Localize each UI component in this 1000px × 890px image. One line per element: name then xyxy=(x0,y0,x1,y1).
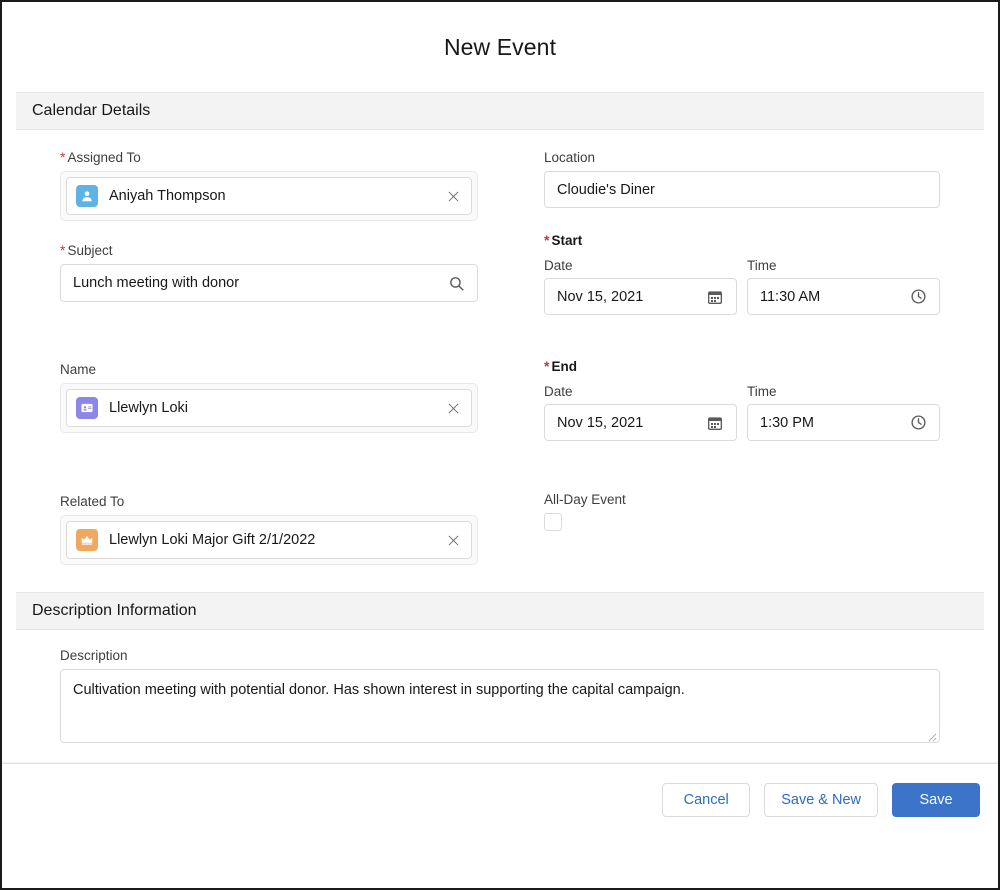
user-avatar-icon xyxy=(76,185,98,207)
left-column: * Assigned To Aniyah Thompson * Subject … xyxy=(16,130,500,565)
description-value: Cultivation meeting with potential donor… xyxy=(73,682,685,698)
end-time-label: Time xyxy=(747,384,777,399)
calendar-icon[interactable] xyxy=(706,414,724,432)
start-time-value: 11:30 AM xyxy=(760,288,821,305)
field-location: Location Cloudie's Diner xyxy=(544,150,940,208)
right-column: Location Cloudie's Diner * Start Date No… xyxy=(500,130,984,565)
start-date-label: Date xyxy=(544,258,573,273)
calendar-details-body: * Assigned To Aniyah Thompson * Subject … xyxy=(2,130,998,565)
assigned-to-value: Aniyah Thompson xyxy=(109,188,226,204)
close-icon[interactable] xyxy=(443,186,463,206)
field-related-to: Related To Llewlyn Loki Major Gift 2/1/2… xyxy=(60,494,478,565)
end-datetime-row: Date Nov 15, 2021 Time 1:30 PM xyxy=(544,384,940,441)
new-event-modal: New Event Calendar Details *Assigned To xyxy=(0,0,1000,890)
location-value: Cloudie's Diner xyxy=(557,181,655,198)
save-and-new-button[interactable]: Save & New xyxy=(764,783,878,817)
field-description: Description Cultivation meeting with pot… xyxy=(16,648,984,743)
crown-opportunity-icon xyxy=(76,529,98,551)
field-label-all-day-event: All-Day Event xyxy=(544,492,626,507)
field-label-related-to: Related To xyxy=(60,494,125,509)
description-body: Description Cultivation meeting with pot… xyxy=(2,648,998,743)
assigned-to-lookup[interactable]: Aniyah Thompson xyxy=(60,171,478,221)
calendar-icon[interactable] xyxy=(706,288,724,306)
close-icon[interactable] xyxy=(443,398,463,418)
page-title: New Event xyxy=(443,33,557,60)
section-title: Calendar Details xyxy=(32,102,151,119)
start-date-value: Nov 15, 2021 xyxy=(557,288,644,305)
section-header-calendar-details: Calendar Details xyxy=(16,92,984,130)
assigned-to-pill[interactable]: Aniyah Thompson xyxy=(66,177,472,215)
field-all-day-event: All-Day Event xyxy=(544,492,940,531)
location-input[interactable]: Cloudie's Diner xyxy=(544,171,940,208)
all-day-event-checkbox[interactable] xyxy=(544,513,562,531)
field-label-assigned-to: * Assigned To xyxy=(60,149,141,165)
clock-icon[interactable] xyxy=(909,288,927,306)
name-value: Llewlyn Loki xyxy=(109,400,188,416)
required-marker: * xyxy=(544,232,550,248)
start-time-group: Time 11:30 AM xyxy=(747,258,940,315)
end-time-group: Time 1:30 PM xyxy=(747,384,940,441)
related-to-lookup[interactable]: Llewlyn Loki Major Gift 2/1/2022 xyxy=(60,515,478,565)
clock-icon[interactable] xyxy=(909,414,927,432)
resize-handle-icon[interactable] xyxy=(925,728,937,742)
modal-header: New Event xyxy=(2,2,998,92)
field-label-end: * End xyxy=(544,358,577,374)
start-time-label: Time xyxy=(747,258,777,273)
modal-footer: Cancel Save & New Save xyxy=(2,764,998,836)
field-assigned-to: * Assigned To Aniyah Thompson xyxy=(60,150,478,221)
end-date-label: Date xyxy=(544,384,573,399)
required-marker: * xyxy=(60,149,66,165)
cancel-button[interactable]: Cancel xyxy=(662,783,751,817)
section-title: Description Information xyxy=(32,602,197,619)
close-icon[interactable] xyxy=(443,530,463,550)
field-name: Name Llewlyn Loki xyxy=(60,362,478,433)
subject-input[interactable]: Lunch meeting with donor xyxy=(60,264,478,302)
section-header-description-information: Description Information xyxy=(16,592,984,630)
field-end: * End Date Nov 15, 2021 Time 1:30 PM xyxy=(544,359,940,441)
field-label-start: * Start xyxy=(544,232,583,248)
field-label-location: Location xyxy=(544,150,596,165)
field-label-name: Name xyxy=(60,362,97,377)
start-date-input[interactable]: Nov 15, 2021 xyxy=(544,278,737,315)
search-icon[interactable] xyxy=(447,274,465,292)
save-button[interactable]: Save xyxy=(892,783,980,817)
name-lookup[interactable]: Llewlyn Loki xyxy=(60,383,478,433)
end-time-input[interactable]: 1:30 PM xyxy=(747,404,940,441)
related-to-value: Llewlyn Loki Major Gift 2/1/2022 xyxy=(109,532,316,548)
end-time-value: 1:30 PM xyxy=(760,414,814,431)
field-start: * Start Date Nov 15, 2021 Time 11:30 AM xyxy=(544,233,940,315)
description-textarea[interactable]: Cultivation meeting with potential donor… xyxy=(60,669,940,743)
subject-value: Lunch meeting with donor xyxy=(73,275,240,291)
start-date-group: Date Nov 15, 2021 xyxy=(544,258,737,315)
end-date-value: Nov 15, 2021 xyxy=(557,414,644,431)
field-label-subject: * Subject xyxy=(60,242,113,258)
related-to-pill[interactable]: Llewlyn Loki Major Gift 2/1/2022 xyxy=(66,521,472,559)
field-subject: * Subject Lunch meeting with donor xyxy=(60,243,478,302)
contact-card-icon xyxy=(76,397,98,419)
end-date-input[interactable]: Nov 15, 2021 xyxy=(544,404,737,441)
end-date-group: Date Nov 15, 2021 xyxy=(544,384,737,441)
name-pill[interactable]: Llewlyn Loki xyxy=(66,389,472,427)
field-label-description: Description xyxy=(60,648,128,663)
start-datetime-row: Date Nov 15, 2021 Time 11:30 AM xyxy=(544,258,940,315)
start-time-input[interactable]: 11:30 AM xyxy=(747,278,940,315)
required-marker: * xyxy=(60,242,66,258)
required-marker: * xyxy=(544,358,550,374)
